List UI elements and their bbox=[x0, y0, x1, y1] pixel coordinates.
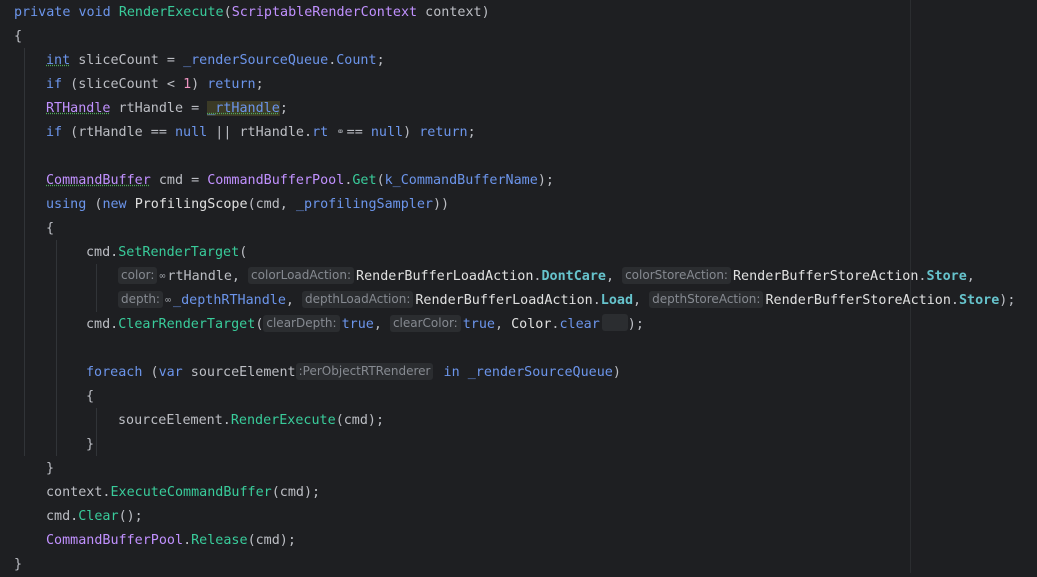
code-line-22[interactable]: cmd.Clear(); bbox=[46, 505, 1037, 529]
code-line-17[interactable]: { bbox=[86, 385, 1037, 409]
param-hint: depthLoadAction: bbox=[302, 291, 414, 308]
param-hint: depth: bbox=[118, 291, 163, 308]
code-line-14[interactable]: cmd.ClearRenderTarget(clearDepth: true, c… bbox=[86, 313, 1037, 337]
code-line-18[interactable]: sourceElement.RenderExecute(cmd); bbox=[118, 409, 1037, 433]
code-line-2[interactable]: { bbox=[14, 25, 1037, 49]
type-hint: :PerObjectRTRenderer bbox=[295, 363, 434, 380]
code-line-8[interactable]: CommandBuffer cmd = CommandBufferPool.Ge… bbox=[46, 169, 1037, 193]
code-line-23[interactable]: CommandBufferPool.Release(cmd); bbox=[46, 529, 1037, 553]
code-line-20[interactable]: } bbox=[46, 457, 1037, 481]
code-line-4[interactable]: if (sliceCount < 1) return; bbox=[46, 73, 1037, 97]
indent-guide bbox=[96, 264, 97, 312]
param-hint: colorStoreAction: bbox=[622, 267, 731, 284]
indent-guide bbox=[56, 240, 57, 456]
code-line-13[interactable]: depth: ∞ _depthRTHandle, depthLoadAction: R… bbox=[118, 289, 1037, 313]
param-hint: clearColor: bbox=[389, 315, 461, 332]
code-line-19[interactable]: } bbox=[86, 433, 1037, 457]
code-line-6[interactable]: if (rtHandle == null || rtHandle.rt ⚭ == … bbox=[46, 121, 1037, 145]
param-hint: color: bbox=[118, 267, 158, 284]
infinity-link-icon: ∞ bbox=[164, 295, 172, 306]
code-line-10[interactable]: { bbox=[46, 217, 1037, 241]
infinity-link-icon: ∞ bbox=[159, 271, 166, 282]
indent-guide bbox=[24, 48, 25, 456]
code-line-16[interactable]: foreach (var sourceElement:PerObjectRTRe… bbox=[86, 361, 1037, 385]
inline-hint-blank bbox=[601, 314, 628, 331]
link-icon: ⚭ bbox=[336, 127, 345, 138]
code-line-11[interactable]: cmd.SetRenderTarget( bbox=[86, 241, 1037, 265]
code-line-5[interactable]: RTHandle rtHandle = _rtHandle; bbox=[46, 97, 1037, 121]
param-hint: depthStoreAction: bbox=[649, 291, 764, 308]
code-line-21[interactable]: context.ExecuteCommandBuffer(cmd); bbox=[46, 481, 1037, 505]
code-line-24[interactable]: } bbox=[14, 553, 1037, 577]
param-hint: colorLoadAction: bbox=[248, 267, 355, 284]
code-line-3[interactable]: int sliceCount = _renderSourceQueue.Coun… bbox=[46, 49, 1037, 73]
code-line-9[interactable]: using (new ProfilingScope(cmd, _profilin… bbox=[46, 193, 1037, 217]
code-line-12[interactable]: color: ∞ rtHandle, colorLoadAction: RenderB… bbox=[118, 265, 1037, 289]
code-line-1[interactable]: private void RenderExecute(ScriptableRen… bbox=[14, 1, 1037, 25]
param-hint: clearDepth: bbox=[263, 315, 340, 332]
